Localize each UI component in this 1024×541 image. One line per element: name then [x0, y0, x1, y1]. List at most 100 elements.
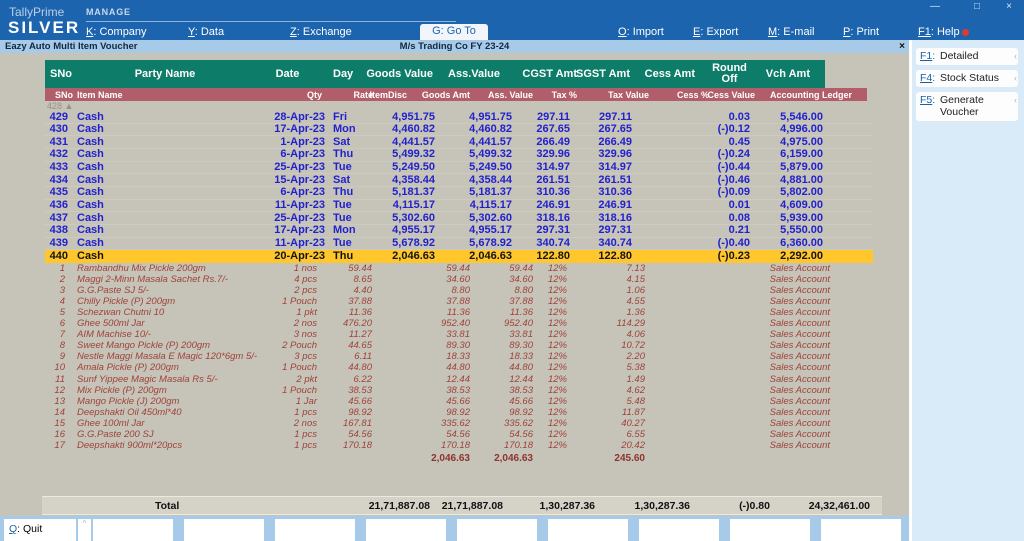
item-row[interactable]: 6Ghee 500ml Jar2 nos476.20952.40952.4012… — [45, 319, 873, 330]
cell-sno: 437 — [45, 213, 68, 225]
item-row[interactable]: 8Sweet Mango Pickle (P) 200gm2 Pouch44.6… — [45, 341, 873, 352]
cell-goods: 5,181.37 — [340, 187, 435, 199]
cell-rate: 4.40 — [322, 286, 372, 297]
voucher-row[interactable]: 437Cash25-Apr-23Tue5,302.605,302.60318.1… — [45, 212, 873, 225]
menu-export[interactable]: EExport — [693, 26, 738, 38]
voucher-rows: 429Cash28-Apr-23Fri4,951.754,951.75297.1… — [45, 111, 873, 263]
menu-exchange[interactable]: ZExchange — [290, 26, 352, 38]
goto-button[interactable]: GGo To — [420, 24, 488, 40]
minimize-icon[interactable]: — — [924, 1, 946, 12]
detailed-button[interactable]: F1 Detailed ‹ — [916, 48, 1018, 65]
cell-sgst: 314.97 — [560, 162, 632, 174]
cell-date: 28-Apr-23 — [240, 112, 325, 124]
cell-sno: 6 — [45, 319, 65, 330]
item-row[interactable]: 13Mango Pickle (J) 200gm1 Jar45.6645.664… — [45, 396, 873, 407]
cell-sno: 3 — [45, 286, 65, 297]
item-row[interactable]: 4Chilly Pickle (P) 200gm1 Pouch37.8837.8… — [45, 296, 873, 307]
voucher-row[interactable]: 438Cash17-Apr-23Mon4,955.174,955.17297.3… — [45, 225, 873, 238]
voucher-row[interactable]: 435Cash6-Apr-23Thu5,181.375,181.37310.36… — [45, 187, 873, 200]
cell-taxval: 20.42 — [573, 441, 645, 452]
cell-taxval: 10.72 — [573, 341, 645, 352]
cell-qty: 3 nos — [250, 330, 317, 341]
item-row[interactable]: 2Maggi 2-Minn Masala Sachet Rs.7/-4 pcs8… — [45, 274, 873, 285]
bottom-toolbar-slot — [184, 519, 264, 541]
voucher-row[interactable]: 440Cash20-Apr-23Thu2,046.632,046.63122.8… — [45, 250, 873, 263]
cell-taxpct: 12% — [538, 352, 567, 363]
panel-close-icon[interactable]: × — [899, 40, 905, 53]
item-row[interactable]: 17Deepshakti 900ml*20pcs1 pcs170.18170.1… — [45, 441, 873, 452]
cell-goods: 37.88 — [395, 297, 470, 308]
voucher-row[interactable]: 432Cash6-Apr-23Thu5,499.325,499.32329.96… — [45, 149, 873, 162]
cell-sno: 430 — [45, 124, 68, 136]
cell-taxpct: 12% — [538, 286, 567, 297]
scroll-up-indicator: 428 ▲ — [47, 101, 73, 111]
maximize-icon[interactable]: □ — [966, 1, 988, 12]
voucher-row[interactable]: 434Cash15-Apr-23Sat4,358.444,358.44261.5… — [45, 174, 873, 187]
cell-party: Cash — [77, 213, 104, 225]
cell-rate: 54.56 — [322, 430, 372, 441]
cell-ass: 89.30 — [465, 341, 533, 352]
cell-ledger: Sales Account — [685, 264, 830, 275]
cell-taxval: 40.27 — [573, 419, 645, 430]
menu-email[interactable]: ME-mail — [768, 26, 814, 38]
menu-help[interactable]: F1Help — [918, 26, 960, 38]
cell-qty: 3 pcs — [250, 352, 317, 363]
cell-goods: 33.81 — [395, 330, 470, 341]
generate-voucher-button[interactable]: F5 Generate Voucher ‹ — [916, 92, 1018, 121]
cell-goods: 54.56 — [395, 430, 470, 441]
bottom-toolbar-slot — [821, 519, 901, 541]
cell-sno: 17 — [45, 441, 65, 452]
menu-company[interactable]: KCompany — [86, 26, 147, 38]
stock-status-button[interactable]: F4 Stock Status ‹ — [916, 70, 1018, 87]
cell-ledger: Sales Account — [685, 308, 830, 319]
cell-sno: 431 — [45, 137, 68, 149]
cell-ass: 59.44 — [465, 264, 533, 275]
cell-taxval: 5.48 — [573, 397, 645, 408]
cell-vch: 2,292.00 — [735, 251, 823, 263]
item-row[interactable]: 11Sunf Yippee Magic Masala Rs 5/-2 pkt6.… — [45, 374, 873, 385]
item-row[interactable]: 16G.G.Paste 200 SJ1 pcs54.5654.5654.5612… — [45, 430, 873, 441]
item-row[interactable]: 14Deepshakti Oil 450ml*401 pcs98.9298.92… — [45, 407, 873, 418]
cell-sno: 12 — [45, 386, 65, 397]
close-icon[interactable]: × — [998, 1, 1020, 12]
help-alert-dot-icon — [962, 29, 969, 36]
cell-vch: 6,159.00 — [735, 149, 823, 161]
cell-taxpct: 12% — [538, 330, 567, 341]
quit-button[interactable]: QQuit — [4, 519, 76, 541]
toolbar-expand-button[interactable]: ^ — [78, 519, 91, 541]
item-row[interactable]: 3G.G.Paste SJ 5/-2 pcs4.408.808.8012%1.0… — [45, 285, 873, 296]
item-row[interactable]: 5Schezwan Chutni 101 pkt11.3611.3611.361… — [45, 307, 873, 318]
scroll-up-icon: ▲ — [65, 101, 74, 111]
cell-party: Cash — [77, 200, 104, 212]
cell-name: Mix Pickle (P) 200gm — [77, 386, 167, 397]
subtotal-ass-value: 2,046.63 — [465, 453, 533, 464]
cell-date: 6-Apr-23 — [240, 187, 325, 199]
menu-print[interactable]: PPrint — [843, 26, 879, 38]
item-row[interactable]: 15Ghee 100ml Jar2 nos167.81335.62335.621… — [45, 419, 873, 430]
cell-name: Ghee 100ml Jar — [77, 419, 145, 430]
item-row[interactable]: 1Rambandhu Mix Pickle 200gm1 nos59.4459.… — [45, 263, 873, 274]
item-header-row: SNoItem NameQtyRateItemDiscGoods AmtAss.… — [45, 88, 867, 101]
bottom-toolbar: QQuit ^ — [0, 516, 912, 541]
voucher-row[interactable]: 436Cash11-Apr-23Tue4,115.174,115.17246.9… — [45, 200, 873, 213]
item-row[interactable]: 12Mix Pickle (P) 200gm1 Pouch38.5338.533… — [45, 385, 873, 396]
item-row[interactable]: 10Amala Pickle (P) 200gm1 Pouch44.8044.8… — [45, 363, 873, 374]
cell-name: Mango Pickle (J) 200gm — [77, 397, 179, 408]
report-titlebar: M/s Trading Co FY 23-24 Eazy Auto Multi … — [0, 40, 909, 53]
menu-data[interactable]: YData — [188, 26, 224, 38]
voucher-row[interactable]: 430Cash17-Apr-23Mon4,460.824,460.82267.6… — [45, 124, 873, 137]
item-column-header-sno: SNo — [55, 90, 73, 100]
voucher-row[interactable]: 439Cash11-Apr-23Tue5,678.925,678.92340.7… — [45, 238, 873, 251]
cell-goods: 5,499.32 — [340, 149, 435, 161]
voucher-row[interactable]: 433Cash25-Apr-23Tue5,249.505,249.50314.9… — [45, 162, 873, 175]
menu-import[interactable]: OImport — [618, 26, 664, 38]
voucher-row[interactable]: 431Cash1-Apr-23Sat4,441.574,441.57266.49… — [45, 136, 873, 149]
item-row[interactable]: 7AIM Machise 10/-3 nos11.2733.8133.8112%… — [45, 330, 873, 341]
cell-ledger: Sales Account — [685, 363, 830, 374]
voucher-row[interactable]: 429Cash28-Apr-23Fri4,951.754,951.75297.1… — [45, 111, 873, 124]
cell-ass: 4,460.82 — [425, 124, 512, 136]
bottom-toolbar-slot — [730, 519, 810, 541]
cell-sgst: 318.16 — [560, 213, 632, 225]
cell-vch: 4,996.00 — [735, 124, 823, 136]
item-row[interactable]: 9Nestle Maggi Masala E Magic 120*6gm 5/-… — [45, 352, 873, 363]
